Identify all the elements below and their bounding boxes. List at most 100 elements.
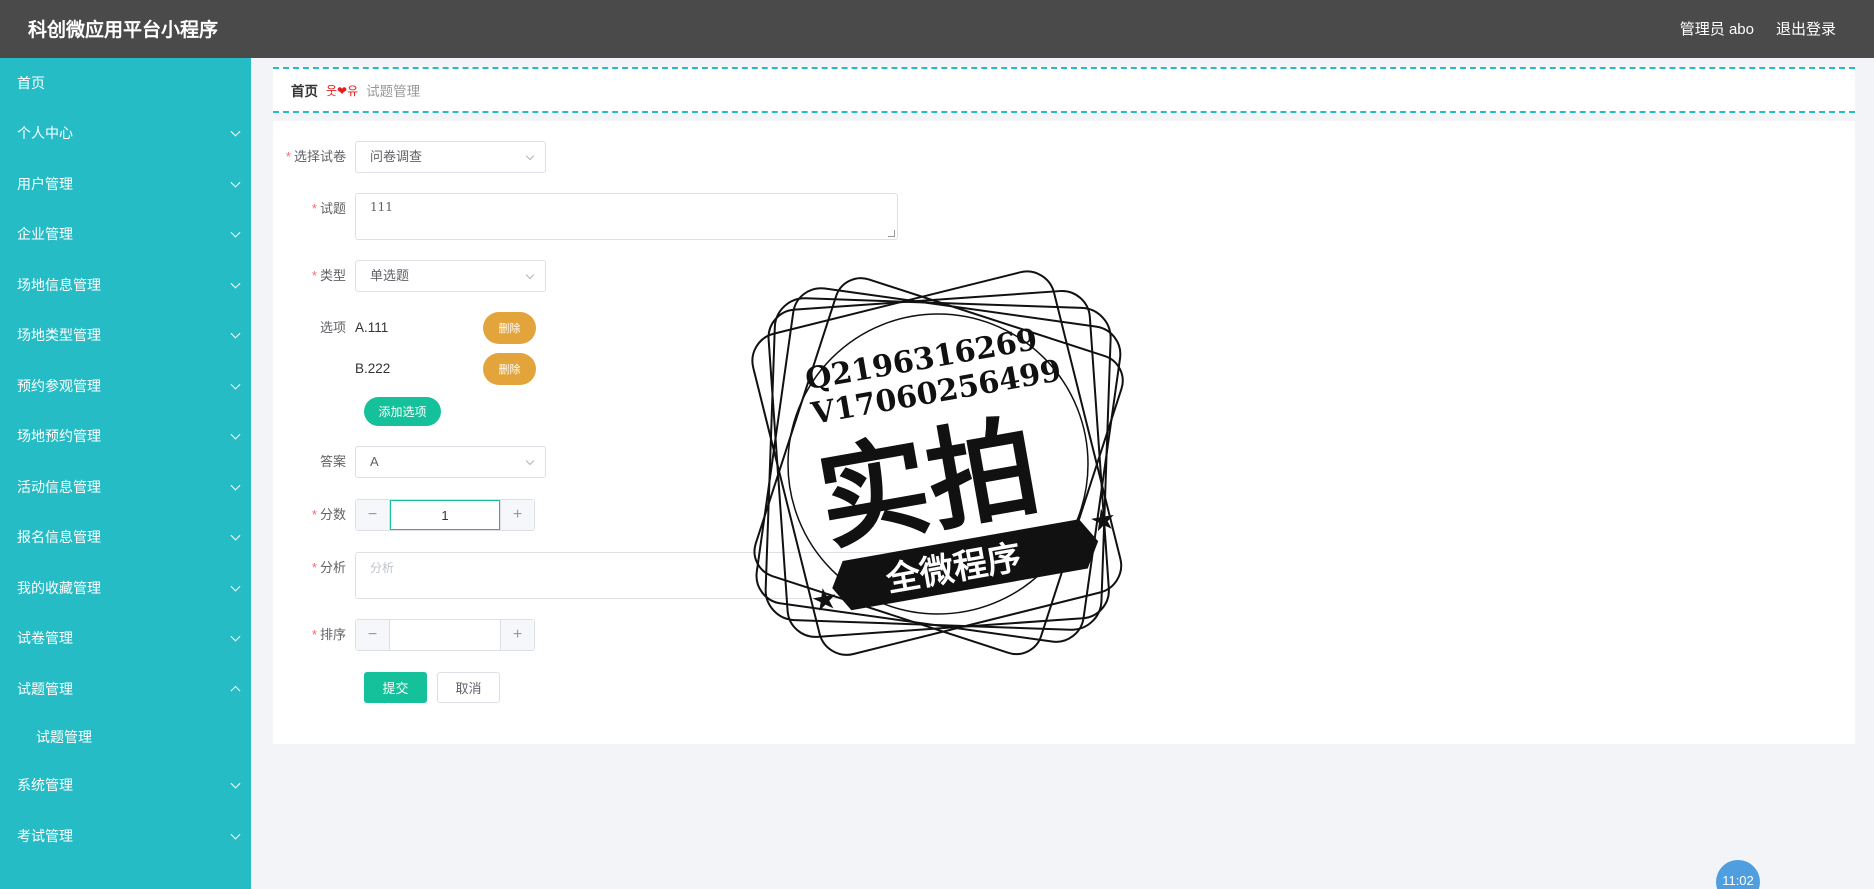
question-label: * 试题 <box>311 201 346 216</box>
breadcrumb: 首页 웃❤유 试题管理 <box>273 67 1855 113</box>
cancel-button[interactable]: 取消 <box>437 672 500 703</box>
sidebar-item-papers[interactable]: 试卷管理 <box>0 613 251 664</box>
score-increment-button[interactable]: + <box>500 500 534 530</box>
answer-label: 答案 <box>319 454 346 469</box>
analysis-placeholder: 分析 <box>370 561 395 575</box>
score-stepper[interactable]: − 1 + <box>355 499 535 531</box>
sidebar-item-label: 场地类型管理 <box>17 327 101 344</box>
chevron-down-icon <box>230 227 241 238</box>
order-row: * 排序 − + <box>273 619 535 651</box>
order-label: * 排序 <box>311 627 346 642</box>
sidebar-item-favorites[interactable]: 我的收藏管理 <box>0 563 251 614</box>
analysis-label: * 分析 <box>311 560 346 575</box>
sidebar-item-label: 预约参观管理 <box>17 377 101 394</box>
star-icon: ★ <box>809 582 841 619</box>
answer-select[interactable]: A <box>355 446 546 478</box>
chevron-down-icon <box>230 581 241 592</box>
resize-grip-icon[interactable] <box>888 230 895 237</box>
delete-option-button[interactable]: 删除 <box>483 312 536 344</box>
header-actions: 管理员 abo 退出登录 <box>1680 18 1836 39</box>
chevron-down-icon <box>230 328 241 339</box>
sidebar-item-registrations[interactable]: 报名信息管理 <box>0 512 251 563</box>
logout-link[interactable]: 退出登录 <box>1776 18 1836 39</box>
answer-select-value: A <box>370 454 379 469</box>
breadcrumb-home[interactable]: 首页 <box>291 80 318 100</box>
score-label: * 分数 <box>311 507 346 522</box>
sidebar-item-label: 首页 <box>17 75 45 91</box>
chevron-down-icon <box>230 631 241 642</box>
floating-clock-badge[interactable]: 11:02 <box>1716 860 1760 889</box>
sidebar-item-label: 场地信息管理 <box>17 276 101 293</box>
question-row: * 试题 111 <box>273 193 898 240</box>
sidebar-item-label: 用户管理 <box>17 175 73 192</box>
sidebar-item-visit-booking[interactable]: 预约参观管理 <box>0 361 251 412</box>
chevron-down-icon <box>525 270 535 280</box>
delete-option-button[interactable]: 删除 <box>483 353 536 385</box>
type-row: * 类型 单选题 <box>273 260 546 292</box>
order-decrement-button[interactable]: − <box>356 620 390 650</box>
form-actions: 提交 取消 <box>364 672 500 703</box>
admin-user-label[interactable]: 管理员 abo <box>1680 18 1754 39</box>
sidebar-item-venue-booking[interactable]: 场地预约管理 <box>0 411 251 462</box>
paper-select[interactable]: 问卷调查 <box>355 141 546 173</box>
sidebar-item-personal-center[interactable]: 个人中心 <box>0 108 251 159</box>
sidebar-item-system[interactable]: 系统管理 <box>0 760 251 811</box>
score-input[interactable]: 1 <box>390 500 500 530</box>
sidebar-item-questions[interactable]: 试题管理 <box>0 664 251 715</box>
sidebar-item-activities[interactable]: 活动信息管理 <box>0 462 251 513</box>
sidebar-subitem-questions[interactable]: 试题管理 <box>0 714 251 760</box>
option-text: B.222 <box>355 361 391 376</box>
watermark-stamp: Q2196316269 V17060256499 实拍 全微程序 ★ ★ <box>751 270 1124 656</box>
chevron-down-icon <box>230 778 241 789</box>
paper-row: * 选择试卷 问卷调查 <box>273 141 546 173</box>
chevron-down-icon <box>230 429 241 440</box>
sidebar-item-label: 活动信息管理 <box>17 478 101 495</box>
chevron-down-icon <box>230 530 241 541</box>
type-select[interactable]: 单选题 <box>355 260 546 292</box>
sidebar-item-users[interactable]: 用户管理 <box>0 159 251 210</box>
sidebar-item-label: 考试管理 <box>17 827 73 844</box>
app-title: 科创微应用平台小程序 <box>28 20 219 41</box>
sidebar-item-label: 报名信息管理 <box>17 529 101 546</box>
chevron-down-icon <box>230 480 241 491</box>
sidebar-item-label: 试题管理 <box>17 680 73 697</box>
top-bar: 科创微应用平台小程序 管理员 abo 退出登录 <box>0 0 1874 58</box>
chevron-down-icon <box>230 278 241 289</box>
sidebar-item-label: 试卷管理 <box>17 630 73 647</box>
sidebar-item-label: 试题管理 <box>36 729 92 745</box>
breadcrumb-current: 试题管理 <box>366 84 421 99</box>
order-stepper[interactable]: − + <box>355 619 535 651</box>
sidebar-item-label: 我的收藏管理 <box>17 579 101 596</box>
question-textarea[interactable]: 111 <box>355 193 898 240</box>
separator-right-glyph: 유 <box>347 83 359 98</box>
score-decrement-button[interactable]: − <box>356 500 390 530</box>
add-option-row: 添加选项 <box>364 397 441 426</box>
sidebar-item-home[interactable]: 首页 <box>0 58 251 108</box>
chevron-down-icon <box>230 126 241 137</box>
chevron-up-icon <box>230 685 241 696</box>
sidebar-item-venue-info[interactable]: 场地信息管理 <box>0 260 251 311</box>
sidebar-item-venue-types[interactable]: 场地类型管理 <box>0 310 251 361</box>
sidebar-item-exams[interactable]: 考试管理 <box>0 811 251 862</box>
type-label: * 类型 <box>311 268 346 283</box>
add-option-button[interactable]: 添加选项 <box>364 397 441 426</box>
sidebar: 首页 个人中心 用户管理 企业管理 场地信息管理 场地类型管理 预约参观管理 场… <box>0 58 251 889</box>
type-select-value: 单选题 <box>370 268 410 283</box>
chevron-down-icon <box>525 456 535 466</box>
sidebar-item-label: 场地预约管理 <box>17 428 101 445</box>
sidebar-item-label: 企业管理 <box>17 226 73 243</box>
question-text: 111 <box>370 200 393 214</box>
option-text: A.111 <box>355 320 389 335</box>
score-row: * 分数 − 1 + <box>273 499 535 531</box>
chevron-down-icon <box>525 151 535 161</box>
sidebar-item-label: 个人中心 <box>17 125 73 142</box>
order-increment-button[interactable]: + <box>500 620 534 650</box>
chevron-down-icon <box>230 829 241 840</box>
submit-button[interactable]: 提交 <box>364 672 427 703</box>
paper-select-value: 问卷调查 <box>370 149 423 164</box>
order-input[interactable] <box>390 620 500 650</box>
option-row-b: B.222 删除 <box>355 353 536 385</box>
option-row-a: 选项 A.111 删除 <box>273 312 536 344</box>
sidebar-item-enterprises[interactable]: 企业管理 <box>0 209 251 260</box>
heart-icon: ❤ <box>337 83 348 98</box>
